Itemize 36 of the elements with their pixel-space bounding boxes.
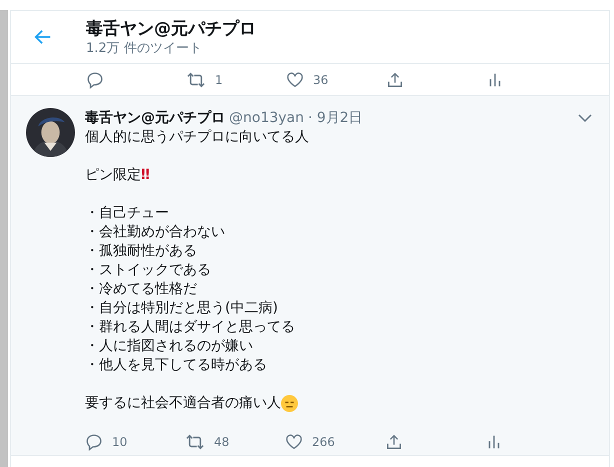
tweet-text-line: ・他人を見下してる時がある [85, 356, 267, 375]
heart-icon[interactable] [285, 433, 303, 451]
tweet-text-line: ・群れる人間はダサイと思ってる [85, 318, 295, 337]
tweet-text-line: ピン限定 [85, 166, 141, 185]
profile-title: 毒舌ヤン@元パチプロ [86, 18, 256, 40]
tweet-count: 1.2万 件のツイート [86, 40, 203, 56]
reply-icon[interactable] [85, 433, 103, 451]
tweet-text-line: 個人的に思うパチプロに向いてる人 [85, 128, 309, 147]
exclamation-mark: ‼ [141, 166, 150, 185]
action-count: 10 [112, 435, 128, 449]
tweet-text-line: ・ストイックである [85, 261, 211, 280]
scrollbar[interactable] [0, 10, 8, 467]
back-arrow-icon[interactable] [34, 28, 52, 46]
tweet-text-line: 要するに社会不適合者の痛い人 [85, 394, 281, 413]
action-count: 266 [312, 435, 335, 449]
heart-icon[interactable] [286, 70, 304, 88]
avatar-icon [26, 108, 75, 157]
retweet-icon[interactable] [185, 433, 205, 451]
tweet-text-line: ・会社勤めが合わない [85, 223, 225, 242]
tweet-text-line: ・自己チュー [85, 204, 169, 223]
action-count: 1 [215, 72, 223, 86]
share-icon[interactable] [386, 70, 404, 88]
tweet-date[interactable]: · 9月2日 [308, 108, 363, 128]
retweet-icon[interactable] [186, 70, 206, 88]
user-handle[interactable]: @no13yan [229, 108, 304, 128]
reply-icon[interactable] [86, 70, 104, 88]
tweet-text-line: ・自分は特別だと思う(中二病) [85, 299, 278, 318]
display-name[interactable]: 毒舌ヤン@元パチプロ [85, 108, 225, 128]
tweet-text-line: ・冷めてる性格だ [85, 280, 197, 299]
share-icon[interactable] [385, 433, 403, 451]
tweet-text-line: ・孤独耐性がある [85, 242, 197, 261]
chevron-down-icon[interactable] [578, 113, 592, 123]
action-count: 36 [313, 72, 328, 86]
expressionless-face-icon [281, 395, 298, 412]
tweet-text-line: ・人に指図されるのが嫌い [85, 337, 253, 356]
action-count: 48 [214, 435, 230, 449]
